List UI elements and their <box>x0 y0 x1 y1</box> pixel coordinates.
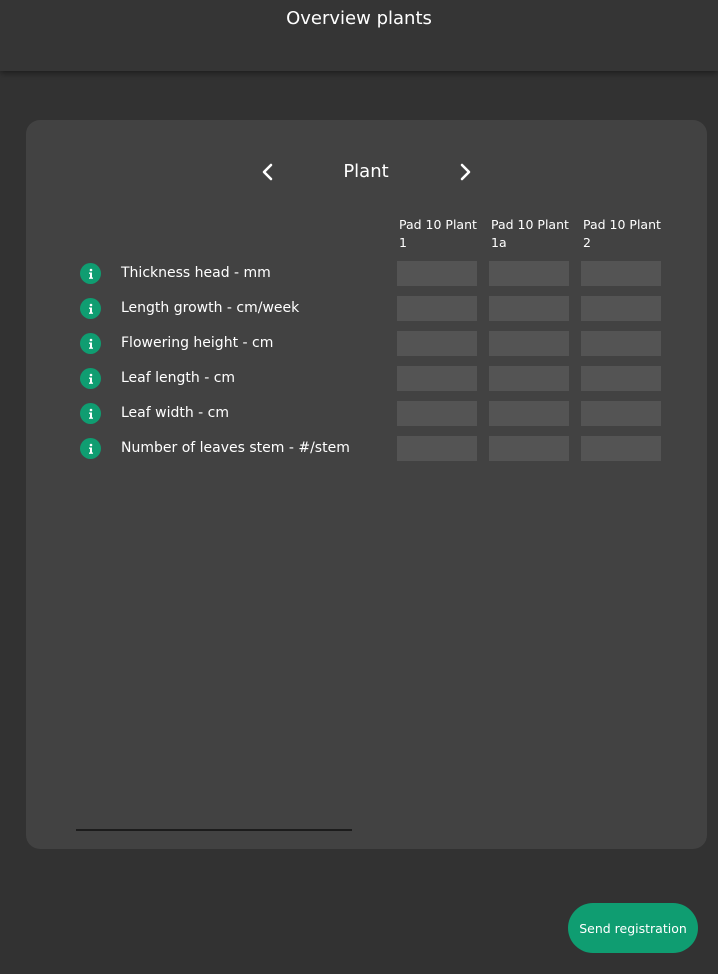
value-input[interactable] <box>397 331 477 356</box>
value-input[interactable] <box>581 261 661 286</box>
info-icon[interactable] <box>80 298 101 319</box>
measurement-row: Length growth - cm/week <box>26 296 707 322</box>
measurement-row: Leaf length - cm <box>26 366 707 392</box>
value-input[interactable] <box>581 436 661 461</box>
info-icon[interactable] <box>80 263 101 284</box>
value-input[interactable] <box>489 366 569 391</box>
info-icon[interactable] <box>80 403 101 424</box>
value-input[interactable] <box>489 296 569 321</box>
column-header-plant-1: Pad 10 Plant 1 <box>399 217 477 250</box>
row-label: Flowering height - cm <box>121 335 274 351</box>
value-input[interactable] <box>397 366 477 391</box>
column-header-plant-2: Pad 10 Plant 2 <box>583 217 661 250</box>
value-input[interactable] <box>397 261 477 286</box>
page-title: Overview plants <box>286 8 432 29</box>
row-label: Length growth - cm/week <box>121 300 300 316</box>
row-label: Leaf length - cm <box>121 370 236 386</box>
value-input[interactable] <box>489 331 569 356</box>
value-input[interactable] <box>581 401 661 426</box>
info-icon[interactable] <box>80 368 101 389</box>
value-input[interactable] <box>397 436 477 461</box>
app-header: Overview plants <box>0 0 718 71</box>
chevron-right-icon[interactable] <box>451 158 479 186</box>
value-input[interactable] <box>397 401 477 426</box>
measurement-row: Number of leaves stem - #/stem <box>26 436 707 462</box>
value-input[interactable] <box>489 401 569 426</box>
plant-nav-title: Plant <box>343 161 389 182</box>
measurement-row: Leaf width - cm <box>26 401 707 427</box>
value-input[interactable] <box>489 436 569 461</box>
info-icon[interactable] <box>80 333 101 354</box>
measurement-row: Flowering height - cm <box>26 331 707 357</box>
horizontal-scrollbar[interactable] <box>76 829 352 831</box>
row-label: Thickness head - mm <box>121 265 271 281</box>
plant-navigator: Plant <box>26 156 707 188</box>
info-icon[interactable] <box>80 438 101 459</box>
column-header-plant-1a: Pad 10 Plant 1a <box>491 217 569 250</box>
value-input[interactable] <box>581 331 661 356</box>
row-label: Number of leaves stem - #/stem <box>121 440 350 456</box>
value-input[interactable] <box>489 261 569 286</box>
value-input[interactable] <box>397 296 477 321</box>
value-input[interactable] <box>581 296 661 321</box>
send-registration-button[interactable]: Send registration <box>568 903 698 953</box>
value-input[interactable] <box>581 366 661 391</box>
measurement-row: Thickness head - mm <box>26 261 707 287</box>
plant-card: Plant Pad 10 Plant 1 Pad 10 Plant 1a Pad… <box>26 120 707 849</box>
row-label: Leaf width - cm <box>121 405 230 421</box>
